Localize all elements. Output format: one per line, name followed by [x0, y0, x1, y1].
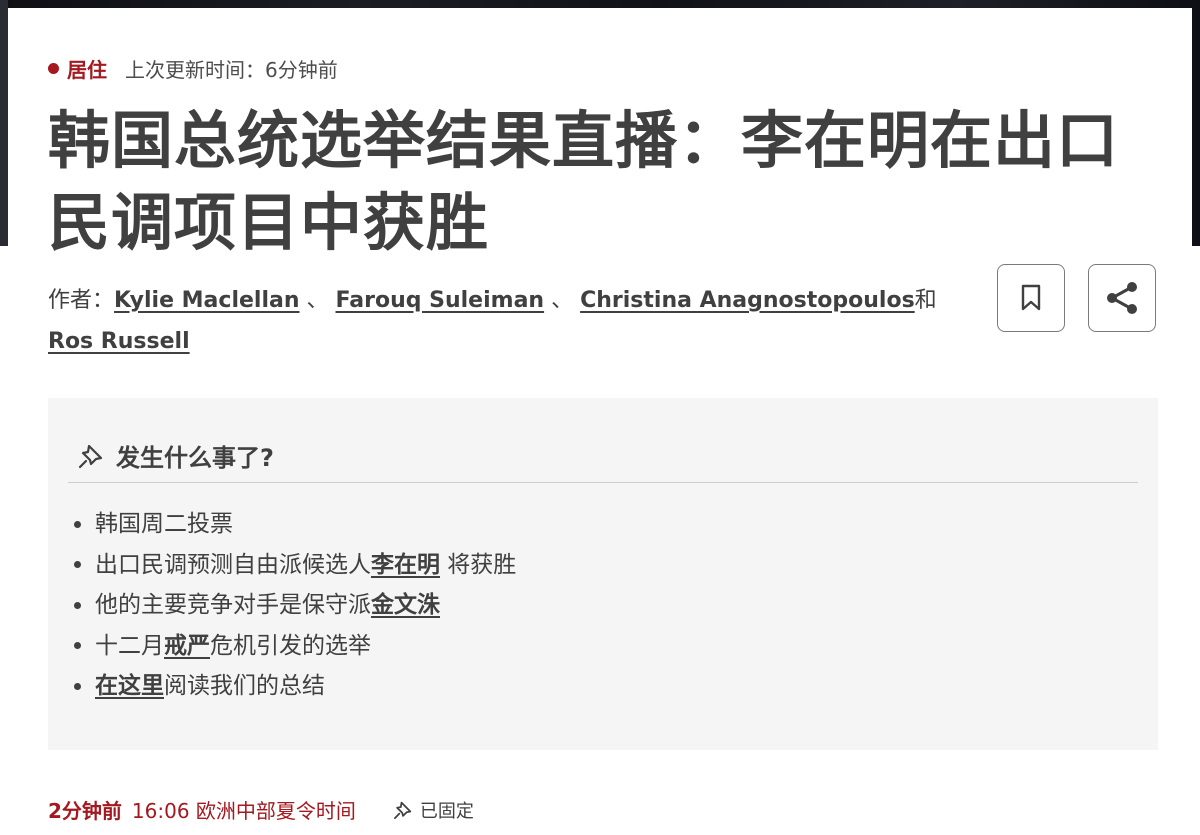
article-title: 韩国总统选举结果直播：李在明在出口民调项目中获胜	[48, 104, 1120, 259]
list-item: 在这里 阅读我们的总结	[74, 666, 516, 707]
item-text: 他的主要竞争对手是保守派	[95, 592, 371, 618]
author-link[interactable]: Ros Russell	[48, 329, 190, 354]
share-icon	[1107, 282, 1137, 314]
list-item: 他的主要竞争对手是保守派 金文洙	[74, 585, 516, 626]
list-item: 出口民调预测自由派候选人 李在明 将获胜	[74, 545, 516, 586]
bookmark-icon	[1021, 284, 1041, 311]
item-link[interactable]: 李在明	[371, 545, 440, 586]
list-item: 十二月 戒严 危机引发的选举	[74, 626, 516, 667]
item-link[interactable]: 在这里	[95, 666, 164, 707]
bookmark-button[interactable]	[997, 264, 1065, 332]
byline-separator: 、	[551, 288, 574, 313]
bullet-icon	[74, 682, 81, 690]
item-text: 十二月	[95, 632, 164, 659]
bullet-icon	[74, 642, 81, 650]
bullet-icon	[74, 601, 81, 609]
item-text: 出口民调预测自由派候选人	[95, 551, 371, 578]
divider	[68, 482, 1138, 483]
list-item: 韩国周二投票	[74, 504, 516, 545]
pinned-label: 已固定	[419, 800, 474, 822]
pin-icon	[78, 444, 103, 468]
summary-box: 发生什么事了? 韩国周二投票 出口民调预测自由派候选人 李在明 将获胜 他的主要竞…	[48, 398, 1158, 750]
pinned-badge: 已固定	[392, 797, 474, 823]
author-link[interactable]: Kylie Maclellan	[114, 288, 299, 313]
byline-separator: 、	[306, 288, 329, 313]
bullet-icon	[74, 520, 81, 528]
author-link[interactable]: Farouq Suleiman	[336, 288, 545, 313]
item-link[interactable]: 金文洙	[371, 585, 440, 626]
summary-list: 韩国周二投票 出口民调预测自由派候选人 李在明 将获胜 他的主要竞争对手是保守派金…	[74, 504, 516, 707]
post-time-ago: 2分钟前	[48, 799, 122, 823]
bullet-icon	[74, 561, 81, 569]
share-button[interactable]	[1088, 264, 1156, 332]
post-timestamp: 16:06 欧洲中部夏令时间	[131, 799, 356, 823]
pin-icon	[393, 801, 412, 819]
item-text: 韩国周二投票	[95, 511, 233, 537]
last-updated: 上次更新时间：6分钟前	[125, 57, 338, 82]
byline: 作者：Kylie Maclellan 、 Farouq Suleiman 、 C…	[48, 280, 978, 362]
live-dot-icon	[48, 62, 59, 74]
live-label: 居住	[67, 57, 107, 82]
item-link[interactable]: 戒严	[164, 626, 210, 667]
item-text: 将获胜	[440, 551, 517, 578]
summary-title: 发生什么事了?	[116, 444, 274, 472]
byline-prefix: 作者：	[48, 288, 115, 313]
post-meta: 2分钟前 16:06 欧洲中部夏令时间 已固定	[48, 795, 474, 824]
item-text: 危机引发的选举	[210, 632, 371, 659]
live-status: 居住 上次更新时间：6分钟前	[48, 54, 338, 82]
byline-and: 和	[914, 288, 937, 313]
item-text: 阅读我们的总结	[164, 673, 325, 699]
summary-header: 发生什么事了?	[76, 438, 274, 473]
author-link[interactable]: Christina Anagnostopoulos	[580, 288, 915, 313]
